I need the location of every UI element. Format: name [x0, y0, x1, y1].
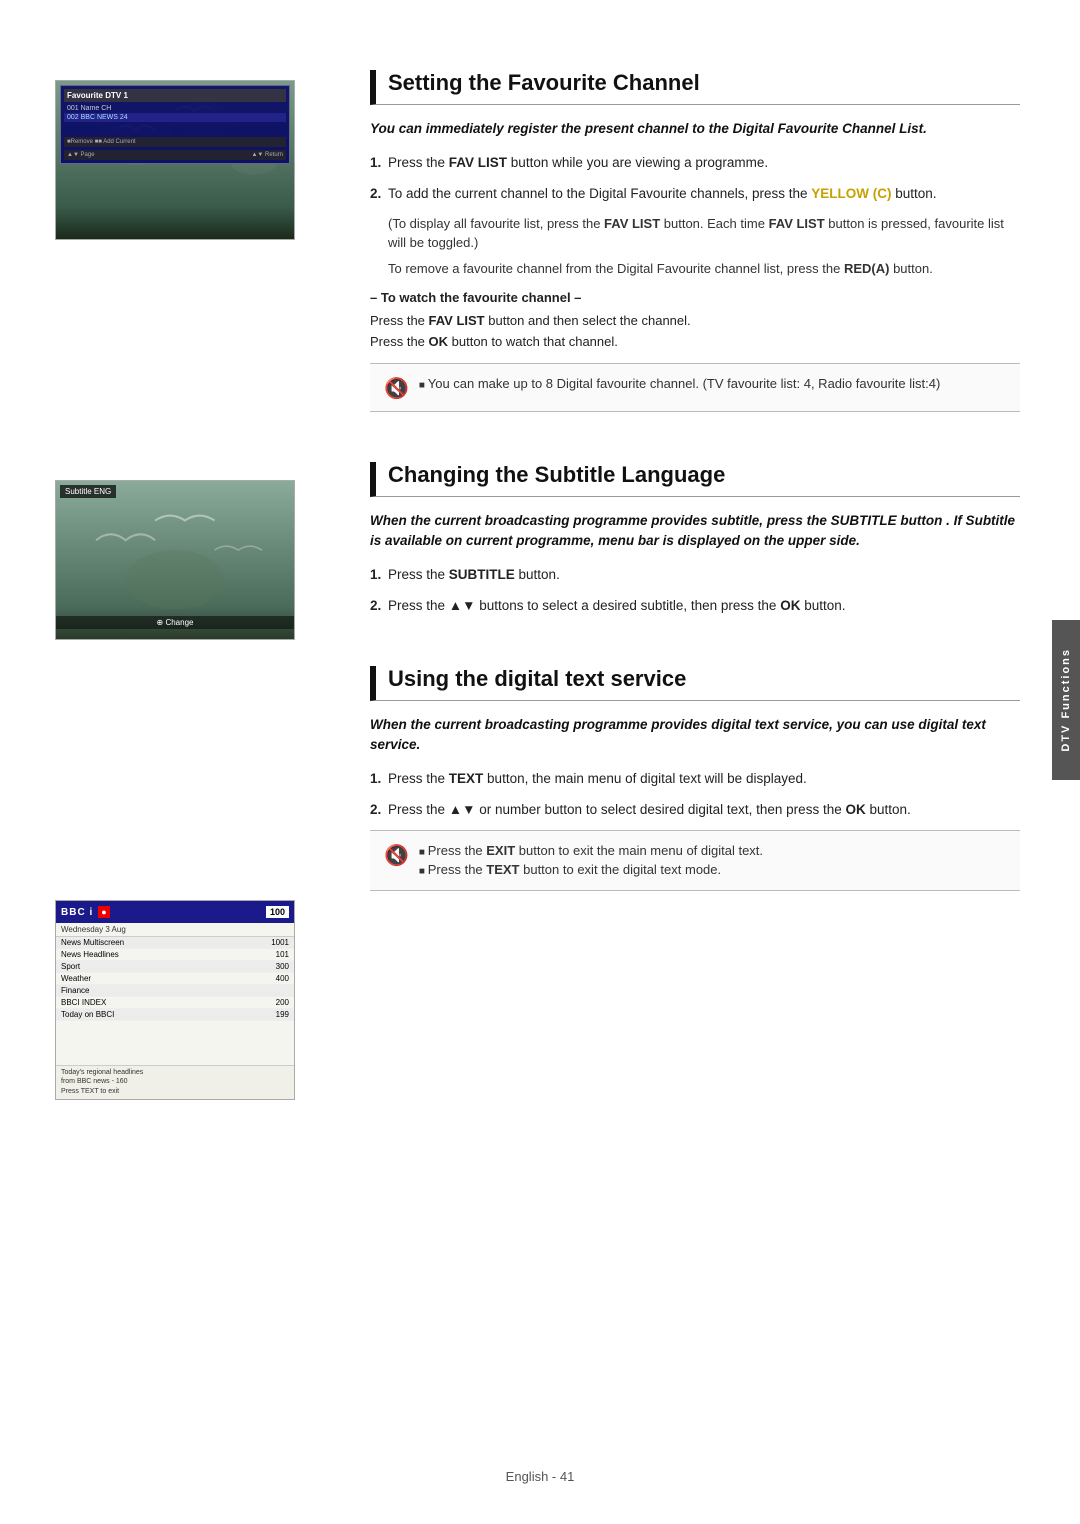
- subtitle-section-title: Changing the Subtitle Language: [370, 462, 1020, 497]
- red-btn-label: RED(A): [844, 261, 890, 276]
- fav-nav-bar: ▲▼ Page ▲▼ Return: [64, 150, 286, 160]
- fav-list-inline-1: FAV LIST: [604, 216, 660, 231]
- side-tab-label-fixed: DTV Functions: [1060, 648, 1072, 752]
- fav-steps-list: 1. Press the FAV LIST button while you a…: [370, 153, 1020, 204]
- digital-date: Wednesday 3 Aug: [56, 923, 294, 937]
- subtitle-intro: When the current broadcasting programme …: [370, 511, 1020, 552]
- digital-note-icon: 🔇: [384, 843, 409, 868]
- fav-section-title: Setting the Favourite Channel: [370, 70, 1020, 105]
- subtitle-step-2-num: 2.: [370, 596, 381, 616]
- fav-note-box: 🔇 You can make up to 8 Digital favourite…: [370, 363, 1020, 412]
- fav-list-inline-2: FAV LIST: [769, 216, 825, 231]
- fav-tip-title: – To watch the favourite channel –: [370, 290, 1020, 305]
- digital-note-bullet-2: Press the TEXT button to exit the digita…: [419, 860, 763, 880]
- right-column: Setting the Favourite Channel You can im…: [340, 0, 1080, 1110]
- fav-title-bar: Favourite DTV 1: [64, 89, 286, 102]
- ok-btn-digital: OK: [845, 802, 865, 817]
- fav-list-tip: FAV LIST: [429, 313, 485, 328]
- spacer-1: [55, 250, 340, 480]
- channel-number: 100: [266, 906, 289, 918]
- digital-screenshot: BBC i ● 100 Wednesday 3 Aug News Multisc…: [55, 900, 340, 1100]
- digital-row-6: Today on BBCI199: [56, 1009, 294, 1021]
- subtitle-step-1-num: 1.: [370, 565, 381, 585]
- digital-row-3: Weather400: [56, 973, 294, 985]
- fav-sub-note-1: (To display all favourite list, press th…: [388, 214, 1020, 253]
- digital-section-title: Using the digital text service: [370, 666, 1020, 701]
- page-footer: English - 41: [0, 1469, 1080, 1484]
- digital-footer: Today's regional headlinesfrom BBC news …: [56, 1065, 294, 1099]
- fav-row-empty: [64, 122, 286, 134]
- fav-step-2-num: 2.: [370, 184, 381, 204]
- section-subtitle: Changing the Subtitle Language When the …: [370, 462, 1020, 616]
- subtitle-label-overlay: Subtitle ENG: [60, 485, 116, 498]
- digital-intro: When the current broadcasting programme …: [370, 715, 1020, 756]
- digital-tv-screen: BBC i ● 100 Wednesday 3 Aug News Multisc…: [55, 900, 295, 1100]
- spacer-2: [55, 650, 340, 900]
- fav-bottom-bar: ■Remove ■■ Add Current: [64, 137, 286, 147]
- fav-page-label: ▲▼ Page: [67, 152, 95, 158]
- subtitle-tv-screen: Subtitle ENG ⊕ Change: [55, 480, 295, 640]
- digital-step-1-num: 1.: [370, 769, 381, 789]
- subtitle-screenshot: Subtitle ENG ⊕ Change: [55, 480, 340, 640]
- subtitle-btn-label: SUBTITLE: [449, 567, 515, 582]
- fav-list-btn-label: FAV LIST: [449, 155, 507, 170]
- note-icon: 🔇: [384, 376, 409, 401]
- subtitle-step-2: 2. Press the ▲▼ buttons to select a desi…: [370, 596, 1020, 616]
- digital-row-5: BBCI INDEX200: [56, 997, 294, 1009]
- subtitle-change-label: ⊕ Change: [157, 618, 194, 627]
- digital-steps-list: 1. Press the TEXT button, the main menu …: [370, 769, 1020, 820]
- digital-step-1: 1. Press the TEXT button, the main menu …: [370, 769, 1020, 789]
- yellow-btn-label: YELLOW (C): [811, 186, 891, 201]
- fav-step-2: 2. To add the current channel to the Dig…: [370, 184, 1020, 204]
- digital-top-bar: BBC i ● 100: [56, 901, 294, 923]
- digital-note-bullet-1: Press the EXIT button to exit the main m…: [419, 841, 763, 861]
- fav-return-label: ▲▼ Return: [251, 152, 283, 158]
- digital-row-4: Finance: [56, 985, 294, 997]
- page-content: DTV Functions Favourite DTV 1: [0, 0, 1080, 1110]
- ok-btn-subtitle: OK: [780, 598, 800, 613]
- fav-note-bullet: You can make up to 8 Digital favourite c…: [419, 374, 940, 394]
- subtitle-step-1: 1. Press the SUBTITLE button.: [370, 565, 1020, 585]
- fav-sub-note-2: To remove a favourite channel from the D…: [388, 259, 1020, 279]
- section-favourite: Setting the Favourite Channel You can im…: [370, 70, 1020, 412]
- subtitle-bottom: ⊕ Change: [56, 616, 294, 629]
- fav-row-1: 001 Name CH: [64, 104, 286, 113]
- fav-overlay: Favourite DTV 1 001 Name CH 002 BBC NEWS…: [60, 85, 290, 164]
- fav-intro: You can immediately register the present…: [370, 119, 1020, 139]
- digital-step-2: 2. Press the ▲▼ or number button to sele…: [370, 800, 1020, 820]
- fav-note-content: You can make up to 8 Digital favourite c…: [419, 374, 940, 394]
- fav-row-2: 002 BBC NEWS 24: [64, 113, 286, 122]
- digital-note-box: 🔇 Press the EXIT button to exit the main…: [370, 830, 1020, 891]
- digital-step-2-num: 2.: [370, 800, 381, 820]
- fav-tip-text-1: Press the FAV LIST button and then selec…: [370, 311, 1020, 353]
- subtitle-steps-list: 1. Press the SUBTITLE button. 2. Press t…: [370, 565, 1020, 616]
- cbbc-icon: ●: [98, 906, 109, 918]
- section-digital: Using the digital text service When the …: [370, 666, 1020, 891]
- digital-note-content: Press the EXIT button to exit the main m…: [419, 841, 763, 880]
- ok-btn-tip: OK: [429, 334, 449, 349]
- bbc-logo: BBC i: [61, 907, 93, 918]
- side-tab-fixed: DTV Functions: [1052, 620, 1080, 780]
- left-column: Favourite DTV 1 001 Name CH 002 BBC NEWS…: [0, 0, 340, 1110]
- digital-row-1: News Headlines101: [56, 949, 294, 961]
- subtitle-label-text: Subtitle ENG: [65, 487, 111, 496]
- text-btn-label: TEXT: [449, 771, 484, 786]
- fav-step-1-num: 1.: [370, 153, 381, 173]
- fav-step-1: 1. Press the FAV LIST button while you a…: [370, 153, 1020, 173]
- fav-remove-label: ■Remove ■■ Add Current: [67, 139, 136, 145]
- fav-screenshot: Favourite DTV 1 001 Name CH 002 BBC NEWS…: [55, 80, 340, 240]
- digital-row-2: Sport300: [56, 961, 294, 973]
- fav-tv-screen: Favourite DTV 1 001 Name CH 002 BBC NEWS…: [55, 80, 295, 240]
- digital-row-0: News Multiscreen1001: [56, 937, 294, 949]
